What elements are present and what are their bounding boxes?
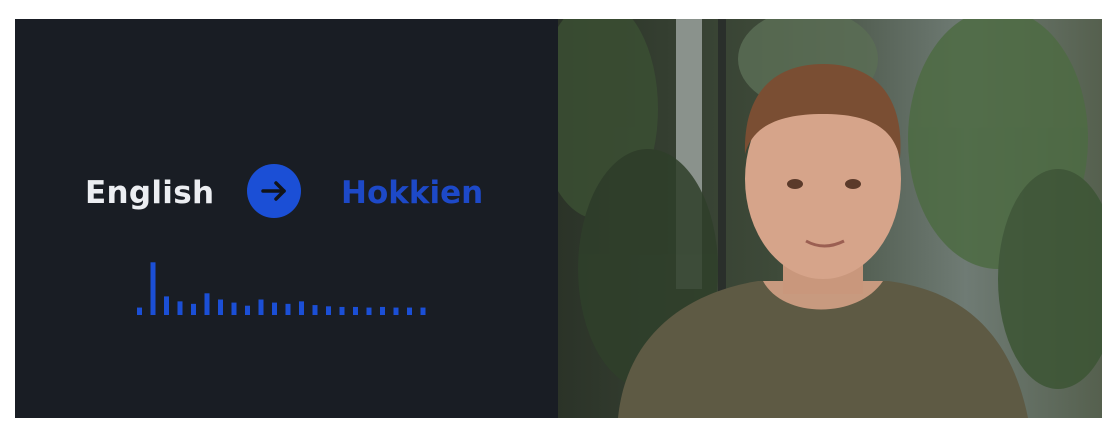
waveform-bar: [272, 302, 277, 315]
waveform-bar: [393, 307, 399, 315]
video-frame: English Hokkien: [15, 19, 1102, 418]
window-mullion: [718, 19, 726, 309]
waveform-bar: [231, 302, 237, 315]
waveform-bar: [150, 262, 156, 315]
speaker-video: [558, 19, 1102, 418]
source-language-label: English: [85, 175, 215, 211]
waveform-bar: [137, 307, 142, 315]
waveform-bar: [420, 307, 426, 315]
speaker-scene: [558, 19, 1102, 418]
waveform-bar: [380, 306, 385, 315]
target-language-label: Hokkien: [341, 175, 484, 211]
waveform-bar: [218, 299, 223, 315]
waveform-bar: [366, 307, 372, 315]
waveform-bar: [285, 303, 291, 315]
arrow-right-icon: [247, 164, 301, 218]
waveform-bar: [204, 293, 210, 315]
waveform-bar: [312, 305, 318, 315]
waveform-bar: [407, 307, 412, 315]
waveform-bar: [353, 306, 358, 315]
waveform-bar: [299, 301, 304, 315]
waveform-bar: [326, 306, 331, 315]
waveform-bar: [258, 299, 264, 315]
waveform-bar: [339, 306, 345, 315]
waveform-bar: [164, 296, 169, 315]
audio-waveform: [137, 262, 426, 315]
waveform-bar: [177, 301, 183, 315]
translation-panel: English Hokkien: [15, 19, 558, 418]
waveform-bar: [191, 303, 196, 315]
waveform-bar: [245, 305, 250, 315]
